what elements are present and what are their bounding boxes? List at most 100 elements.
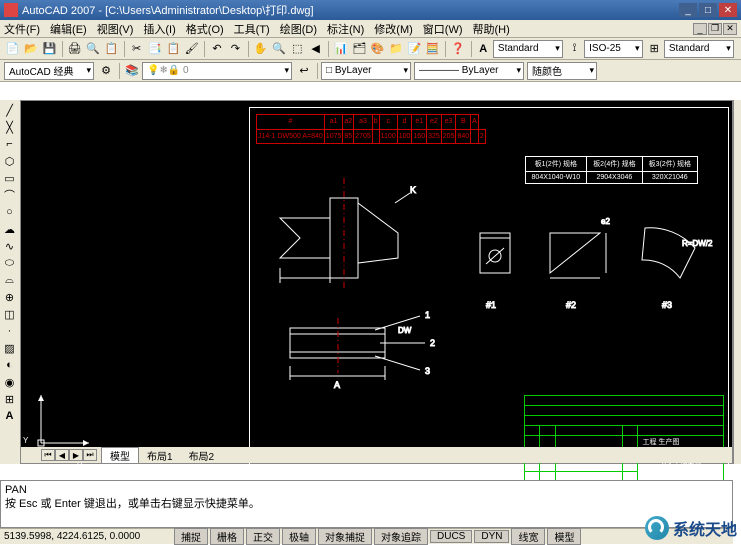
layout-tabs: ⏮ ◀ ▶ ⏭ 模型 布局1 布局2 xyxy=(21,447,732,463)
tab-layout1[interactable]: 布局1 xyxy=(139,448,181,463)
menu-insert[interactable]: 插入(I) xyxy=(143,21,175,37)
zoom-icon[interactable]: 🔍 xyxy=(270,40,287,58)
undo-icon[interactable]: ↶ xyxy=(208,40,225,58)
xline-icon[interactable]: ╳ xyxy=(2,119,18,135)
grid-toggle[interactable]: 栅格 xyxy=(210,528,244,545)
menu-dimension[interactable]: 标注(N) xyxy=(327,21,364,37)
dyn-toggle[interactable]: DYN xyxy=(474,530,509,543)
arc-icon[interactable]: ⌒ xyxy=(2,187,18,203)
drawing-area[interactable]: Y X #a1a2a3bcde1e2e3BA J14-1 DW500 A=840… xyxy=(20,100,733,464)
lineweight-dropdown[interactable]: 随颜色 xyxy=(527,62,597,80)
dimstyle-icon[interactable]: ⟟ xyxy=(566,40,583,58)
line-icon[interactable]: ╱ xyxy=(2,102,18,118)
svg-text:2: 2 xyxy=(430,338,435,348)
pline-icon[interactable]: ⌐ xyxy=(2,136,18,152)
workspace-dropdown[interactable]: AutoCAD 经典 xyxy=(4,62,94,80)
polar-toggle[interactable]: 极轴 xyxy=(282,528,316,545)
tab-last-icon[interactable]: ⏭ xyxy=(83,449,97,461)
layer-props-icon[interactable]: 📚 xyxy=(123,62,141,80)
help-icon[interactable]: ❓ xyxy=(449,40,466,58)
svg-text:1: 1 xyxy=(425,310,430,320)
mtext-icon[interactable]: A xyxy=(2,408,18,424)
gradient-icon[interactable]: ◐ xyxy=(2,357,18,373)
menu-modify[interactable]: 修改(M) xyxy=(374,21,413,37)
dim-style-dropdown[interactable]: ISO-25 xyxy=(584,40,642,58)
doc-minimize-button[interactable]: _ xyxy=(693,23,707,35)
point-icon[interactable]: · xyxy=(2,323,18,339)
svg-text:#3: #3 xyxy=(662,300,672,310)
ellipse-icon[interactable]: ⬭ xyxy=(2,255,18,271)
copy-icon[interactable]: 📑 xyxy=(146,40,163,58)
layer-dropdown[interactable]: 💡❄🔒 0 xyxy=(142,62,292,80)
command-line[interactable]: PAN 按 Esc 或 Enter 键退出，或单击右键显示快捷菜单。 xyxy=(0,480,733,528)
tab-layout2[interactable]: 布局2 xyxy=(181,448,223,463)
hatch-icon[interactable]: ▨ xyxy=(2,340,18,356)
circle-icon[interactable]: ○ xyxy=(2,204,18,220)
zoom-window-icon[interactable]: ⬚ xyxy=(289,40,306,58)
vertical-scrollbar[interactable] xyxy=(733,100,741,464)
ducs-toggle[interactable]: DUCS xyxy=(430,530,472,543)
sheet-icon[interactable]: 📁 xyxy=(387,40,404,58)
menu-window[interactable]: 窗口(W) xyxy=(423,21,463,37)
match-icon[interactable]: 🖌 xyxy=(183,40,200,58)
doc-restore-button[interactable]: ❐ xyxy=(708,23,722,35)
ortho-toggle[interactable]: 正交 xyxy=(246,528,280,545)
table-icon[interactable]: ⊞ xyxy=(2,391,18,407)
menu-file[interactable]: 文件(F) xyxy=(4,21,40,37)
menu-format[interactable]: 格式(O) xyxy=(186,21,224,37)
tablestyle-icon[interactable]: ⊞ xyxy=(646,40,663,58)
block-icon[interactable]: ◫ xyxy=(2,306,18,322)
tab-first-icon[interactable]: ⏮ xyxy=(41,449,55,461)
ellipsearc-icon[interactable]: ⌓ xyxy=(2,272,18,288)
open-icon[interactable]: 📂 xyxy=(22,40,39,58)
lwt-toggle[interactable]: 线宽 xyxy=(511,528,545,545)
polygon-icon[interactable]: ⬡ xyxy=(2,153,18,169)
print-icon[interactable]: 🖨 xyxy=(66,40,83,58)
revcloud-icon[interactable]: ☁ xyxy=(2,221,18,237)
text-style-dropdown[interactable]: Standard xyxy=(493,40,563,58)
model-toggle[interactable]: 模型 xyxy=(547,528,581,545)
insert-icon[interactable]: ⊕ xyxy=(2,289,18,305)
color-dropdown[interactable]: □ ByLayer xyxy=(321,62,411,80)
menu-bar: 文件(F) 编辑(E) 视图(V) 插入(I) 格式(O) 工具(T) 绘图(D… xyxy=(0,20,741,38)
menu-draw[interactable]: 绘图(D) xyxy=(280,21,317,37)
doc-close-button[interactable]: ✕ xyxy=(723,23,737,35)
toolpal-icon[interactable]: 🎨 xyxy=(369,40,386,58)
ws-settings-icon[interactable]: ⚙ xyxy=(97,62,115,80)
otrack-toggle[interactable]: 对象追踪 xyxy=(374,528,428,545)
rectangle-icon[interactable]: ▭ xyxy=(2,170,18,186)
table-style-dropdown[interactable]: Standard xyxy=(664,40,734,58)
minimize-button[interactable]: _ xyxy=(679,3,697,17)
layer-prev-icon[interactable]: ↩ xyxy=(295,62,313,80)
close-button[interactable]: ✕ xyxy=(719,3,737,17)
linetype-dropdown[interactable]: ———— ByLayer xyxy=(414,62,524,80)
dcenter-icon[interactable]: 🗂 xyxy=(351,40,368,58)
calc-icon[interactable]: 🧮 xyxy=(424,40,441,58)
textstyle-icon[interactable]: A xyxy=(475,40,492,58)
paste-icon[interactable]: 📋 xyxy=(165,40,182,58)
tab-model[interactable]: 模型 xyxy=(101,447,139,464)
properties-icon[interactable]: 📊 xyxy=(332,40,349,58)
save-icon[interactable]: 💾 xyxy=(41,40,58,58)
markup-icon[interactable]: 📝 xyxy=(406,40,423,58)
menu-view[interactable]: 视图(V) xyxy=(97,21,134,37)
publish-icon[interactable]: 📋 xyxy=(103,40,120,58)
new-icon[interactable]: 📄 xyxy=(4,40,21,58)
snap-toggle[interactable]: 捕捉 xyxy=(174,528,208,545)
menu-help[interactable]: 帮助(H) xyxy=(473,21,510,37)
menu-tools[interactable]: 工具(T) xyxy=(234,21,270,37)
region-icon[interactable]: ◉ xyxy=(2,374,18,390)
menu-edit[interactable]: 编辑(E) xyxy=(50,21,87,37)
ucs-icon xyxy=(33,387,97,451)
tab-prev-icon[interactable]: ◀ xyxy=(55,449,69,461)
pan-icon[interactable]: ✋ xyxy=(252,40,269,58)
maximize-button[interactable]: □ xyxy=(699,3,717,17)
svg-text:3: 3 xyxy=(425,366,430,376)
tab-next-icon[interactable]: ▶ xyxy=(69,449,83,461)
osnap-toggle[interactable]: 对象捕捉 xyxy=(318,528,372,545)
cut-icon[interactable]: ✂ xyxy=(128,40,145,58)
spline-icon[interactable]: ∿ xyxy=(2,238,18,254)
zoom-prev-icon[interactable]: ◀ xyxy=(307,40,324,58)
preview-icon[interactable]: 🔍 xyxy=(84,40,101,58)
redo-icon[interactable]: ↷ xyxy=(227,40,244,58)
